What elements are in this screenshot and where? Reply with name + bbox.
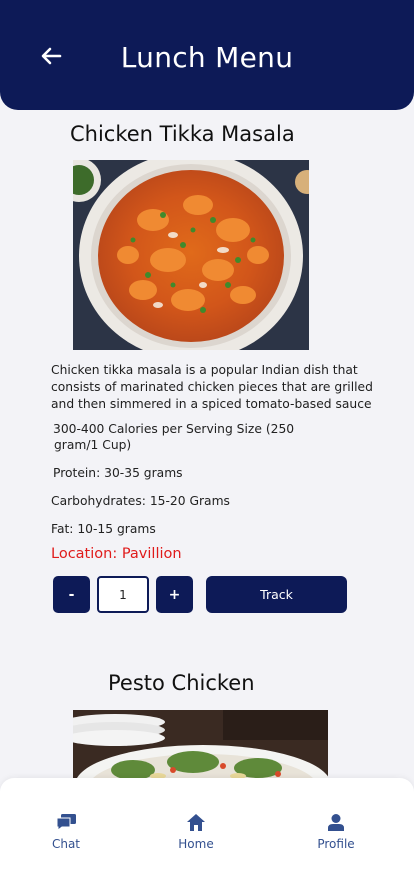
app-header: Lunch Menu — [0, 0, 414, 110]
calories-info: 300-400 Calories per Serving Size (250 g… — [53, 422, 295, 452]
quantity-input[interactable] — [97, 576, 149, 613]
location-label: Location: Pavillion — [51, 546, 182, 562]
nav-item-profile[interactable]: Profile — [291, 814, 381, 851]
carbs-info: Carbohydrates: 15-20 Grams — [51, 494, 230, 508]
dish-image-pesto-chicken — [73, 710, 328, 780]
nav-item-home[interactable]: Home — [151, 814, 241, 851]
protein-info: Protein: 30-35 grams — [53, 466, 183, 480]
fat-info: Fat: 10-15 grams — [51, 522, 156, 536]
dish-description: Chicken tikka masala is a popular Indian… — [51, 363, 373, 411]
dish-title: Pesto Chicken — [108, 671, 255, 695]
nav-label-chat: Chat — [51, 837, 81, 851]
increase-quantity-button[interactable]: + — [156, 576, 193, 613]
page-title: Lunch Menu — [120, 41, 294, 74]
decrease-quantity-button[interactable]: - — [53, 576, 90, 613]
chat-icon — [56, 814, 76, 831]
profile-icon — [328, 814, 344, 831]
nav-label-home: Home — [178, 837, 214, 851]
nav-item-chat[interactable]: Chat — [21, 814, 111, 851]
track-button[interactable]: Track — [206, 576, 347, 613]
dish-image-chicken-tikka-masala — [73, 160, 309, 350]
home-icon — [187, 814, 205, 831]
nav-label-profile: Profile — [317, 837, 355, 851]
dish-title: Chicken Tikka Masala — [70, 122, 295, 146]
bottom-navigation: Chat Home Profile — [0, 778, 414, 896]
menu-content[interactable]: Chicken Tikka Masala Chicken tikka masal… — [0, 110, 414, 780]
